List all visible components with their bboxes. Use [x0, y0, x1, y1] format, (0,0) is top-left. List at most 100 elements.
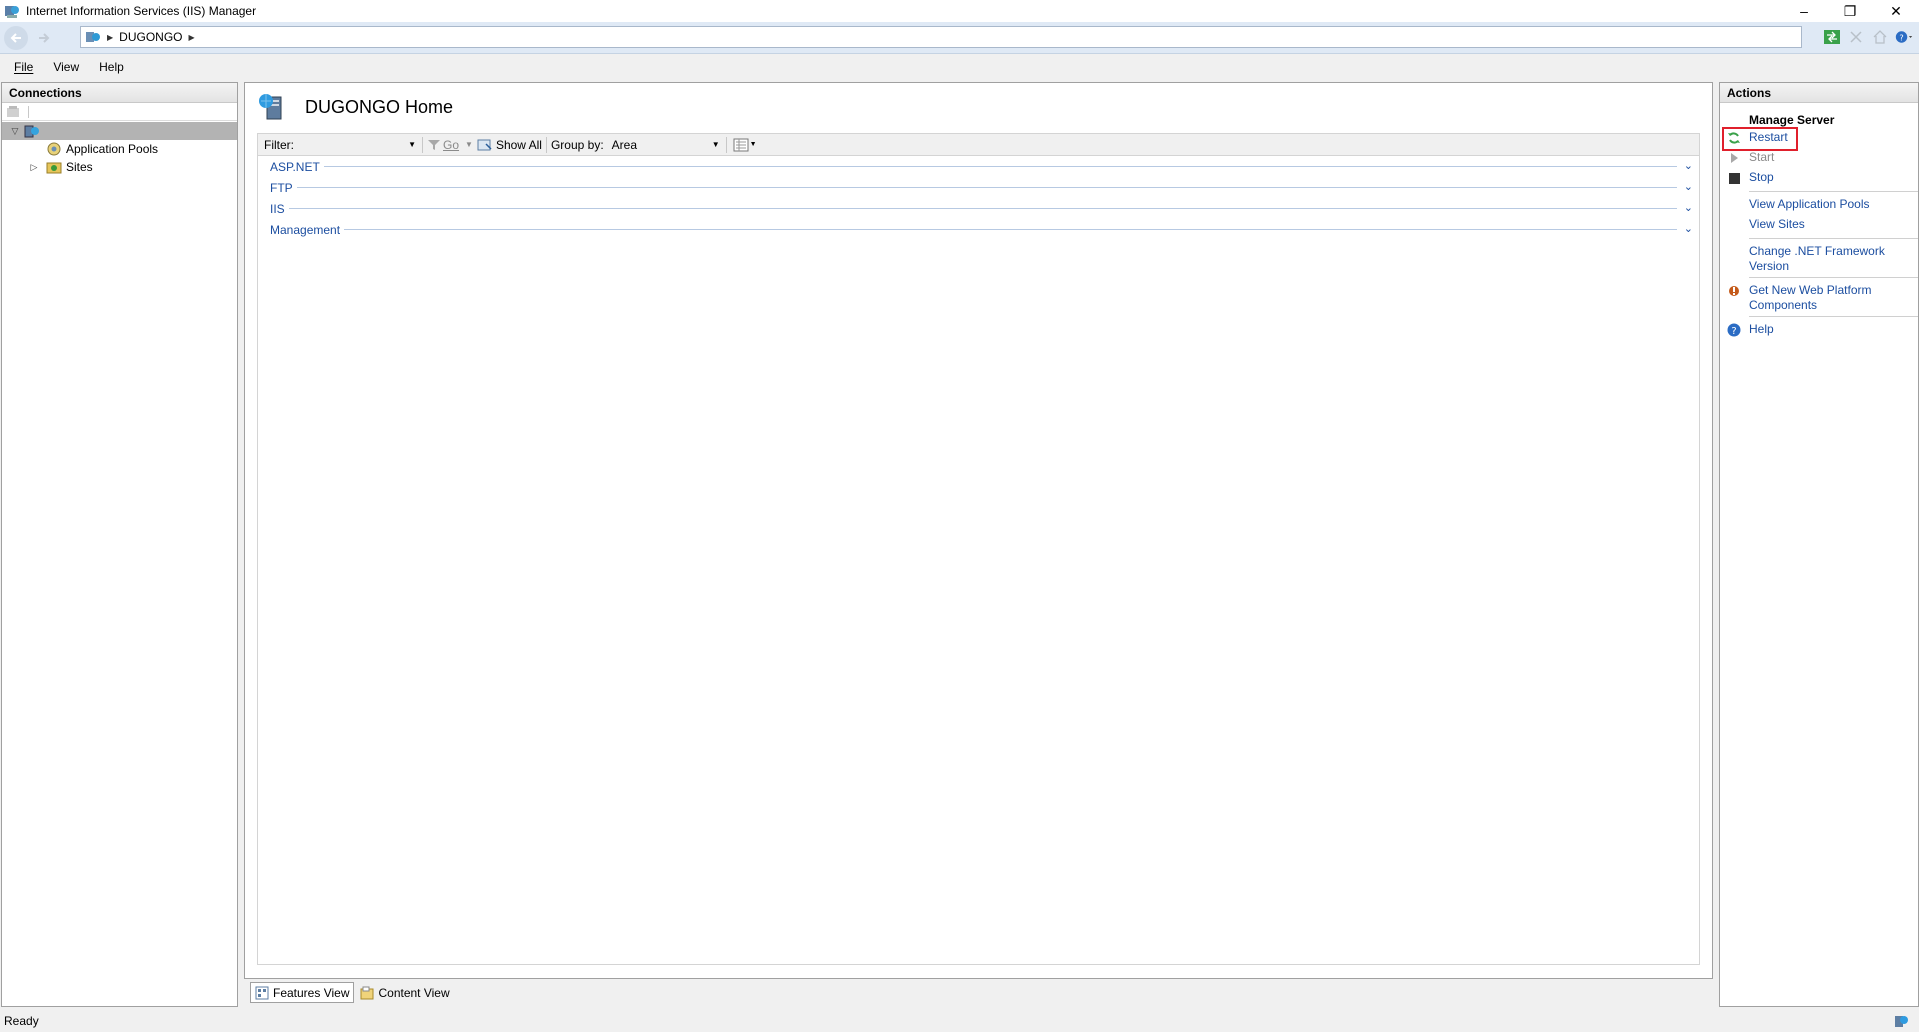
tree-item-application-pools[interactable]: Application Pools	[2, 140, 237, 158]
server-icon	[86, 32, 100, 42]
stop-icon	[1726, 170, 1742, 186]
main-panel: DUGONGO Home Filter: ▼ Go ▼ Show All Gro…	[244, 82, 1713, 979]
restart-highlight-box	[1722, 127, 1798, 151]
web-platform-label: Get New Web Platform Components	[1749, 283, 1872, 312]
green-arrows-icon	[1824, 30, 1840, 44]
toolbar-separator	[422, 136, 423, 153]
menu-bar: File View Help	[0, 55, 1919, 79]
tab-features-view[interactable]: Features View	[250, 982, 355, 1003]
iis-app-icon	[5, 6, 19, 18]
web-platform-icon	[1726, 283, 1742, 299]
restore-button[interactable]: ❐	[1827, 0, 1873, 22]
stop-toolbar-button[interactable]	[1847, 28, 1865, 46]
group-iis[interactable]: IIS ⌄	[258, 198, 1699, 219]
show-all-icon	[477, 139, 492, 150]
back-button[interactable]	[4, 25, 28, 50]
tree-root-server[interactable]: ▽	[2, 122, 237, 140]
view-application-pools-link[interactable]: View Application Pools	[1720, 195, 1918, 215]
group-divider	[323, 166, 1677, 167]
dropdown-arrow-icon[interactable]: ▼	[408, 140, 416, 149]
group-label: FTP	[270, 180, 297, 195]
page-title: DUGONGO Home	[305, 96, 454, 117]
address-bar: ▶ DUGONGO ▶ ?	[0, 22, 1919, 54]
connect-button[interactable]	[1823, 28, 1841, 46]
home-icon	[1873, 30, 1887, 44]
view-application-pools-label: View Application Pools	[1749, 197, 1870, 211]
group-ftp[interactable]: FTP ⌄	[258, 177, 1699, 198]
tree-item-label: Sites	[66, 160, 93, 174]
group-divider	[288, 208, 1677, 209]
group-management[interactable]: Management ⌄	[258, 219, 1699, 240]
manage-server-title: Manage Server	[1749, 112, 1835, 127]
app-pools-icon	[47, 142, 61, 156]
address-tools: ?	[1823, 28, 1913, 46]
stop-action[interactable]: Stop	[1720, 168, 1918, 188]
view-sites-label: View Sites	[1749, 217, 1805, 231]
status-bar: Ready	[0, 1010, 1919, 1032]
tab-content-view[interactable]: Content View	[356, 982, 453, 1003]
group-divider	[296, 187, 1677, 188]
help-action[interactable]: ? Help	[1720, 320, 1918, 340]
address-box[interactable]: ▶ DUGONGO ▶	[80, 26, 1802, 48]
menu-file[interactable]: File	[14, 60, 33, 74]
tree-item-label: Application Pools	[66, 142, 159, 156]
expand-icon[interactable]: ▷	[28, 161, 40, 173]
start-action[interactable]: Start	[1720, 148, 1918, 168]
connections-toolbar	[2, 103, 237, 121]
home-header: DUGONGO Home	[257, 91, 453, 123]
group-aspnet[interactable]: ASP.NET ⌄	[258, 156, 1699, 177]
toolbar-separator	[725, 136, 727, 153]
actions-separator	[1749, 191, 1918, 192]
server-status-icon	[1895, 1016, 1908, 1027]
connections-tree: ▽ Application Pools ▷ Sites	[2, 122, 237, 176]
change-net-framework-link[interactable]: Change .NET Framework Version	[1720, 242, 1918, 274]
breadcrumb-chevron-icon[interactable]: ▶	[107, 33, 113, 42]
connections-header: Connections	[2, 83, 237, 103]
group-by-select[interactable]: Area ▼	[609, 135, 722, 154]
go-dropdown-arrow-icon[interactable]: ▼	[465, 140, 473, 149]
group-label: ASP.NET	[270, 159, 324, 174]
window-controls: – ❐ ✕	[1781, 0, 1919, 22]
chevron-down-icon[interactable]: ⌄	[1684, 180, 1693, 193]
toolbar-separator	[28, 105, 29, 118]
show-all-button[interactable]: Show All	[477, 138, 542, 152]
help-circle-icon: ?	[1726, 322, 1742, 338]
arrow-left-icon	[10, 32, 21, 43]
actions-panel: Actions Manage Server Restart Start Stop…	[1719, 82, 1919, 1007]
filter-label: Filter:	[264, 137, 294, 152]
help-toolbar-button[interactable]: ?	[1895, 28, 1913, 46]
dropdown-arrow-icon[interactable]: ▼	[750, 141, 757, 148]
start-icon	[1726, 150, 1742, 166]
home-toolbar-button[interactable]	[1871, 28, 1889, 46]
sites-icon	[46, 162, 62, 174]
server-icon	[24, 125, 39, 138]
breadcrumb-chevron-icon[interactable]: ▶	[189, 33, 195, 42]
dropdown-arrow-icon[interactable]: ▼	[712, 140, 720, 149]
content-view-icon	[360, 986, 374, 999]
connect-icon[interactable]	[6, 105, 22, 119]
menu-help[interactable]: Help	[99, 60, 124, 74]
actions-separator	[1749, 238, 1918, 239]
minimize-button[interactable]: –	[1781, 0, 1827, 22]
filter-input[interactable]: ▼	[296, 135, 418, 154]
view-sites-link[interactable]: View Sites	[1720, 215, 1918, 235]
view-mode-button[interactable]: ▼	[733, 138, 757, 152]
chevron-down-icon[interactable]: ⌄	[1684, 201, 1693, 214]
filter-bar: Filter: ▼ Go ▼ Show All Group by: Area ▼	[258, 134, 1699, 156]
forward-button[interactable]	[32, 26, 56, 50]
window-title: Internet Information Services (IIS) Mana…	[26, 4, 257, 18]
tree-item-sites[interactable]: ▷ Sites	[2, 158, 237, 176]
collapse-icon[interactable]: ▽	[9, 125, 21, 137]
chevron-down-icon[interactable]: ⌄	[1684, 222, 1693, 235]
group-by-value: Area	[611, 137, 638, 152]
web-platform-link[interactable]: Get New Web Platform Components	[1720, 281, 1918, 313]
group-label: Management	[270, 222, 345, 237]
actions-header: Actions	[1720, 83, 1918, 103]
menu-view[interactable]: View	[53, 60, 79, 74]
chevron-down-icon[interactable]: ⌄	[1684, 159, 1693, 172]
help-label: Help	[1749, 322, 1774, 336]
close-button[interactable]: ✕	[1873, 0, 1919, 22]
go-button[interactable]: Go	[427, 138, 459, 152]
title-bar: Internet Information Services (IIS) Mana…	[0, 0, 1919, 22]
breadcrumb-server[interactable]: DUGONGO	[119, 30, 182, 44]
